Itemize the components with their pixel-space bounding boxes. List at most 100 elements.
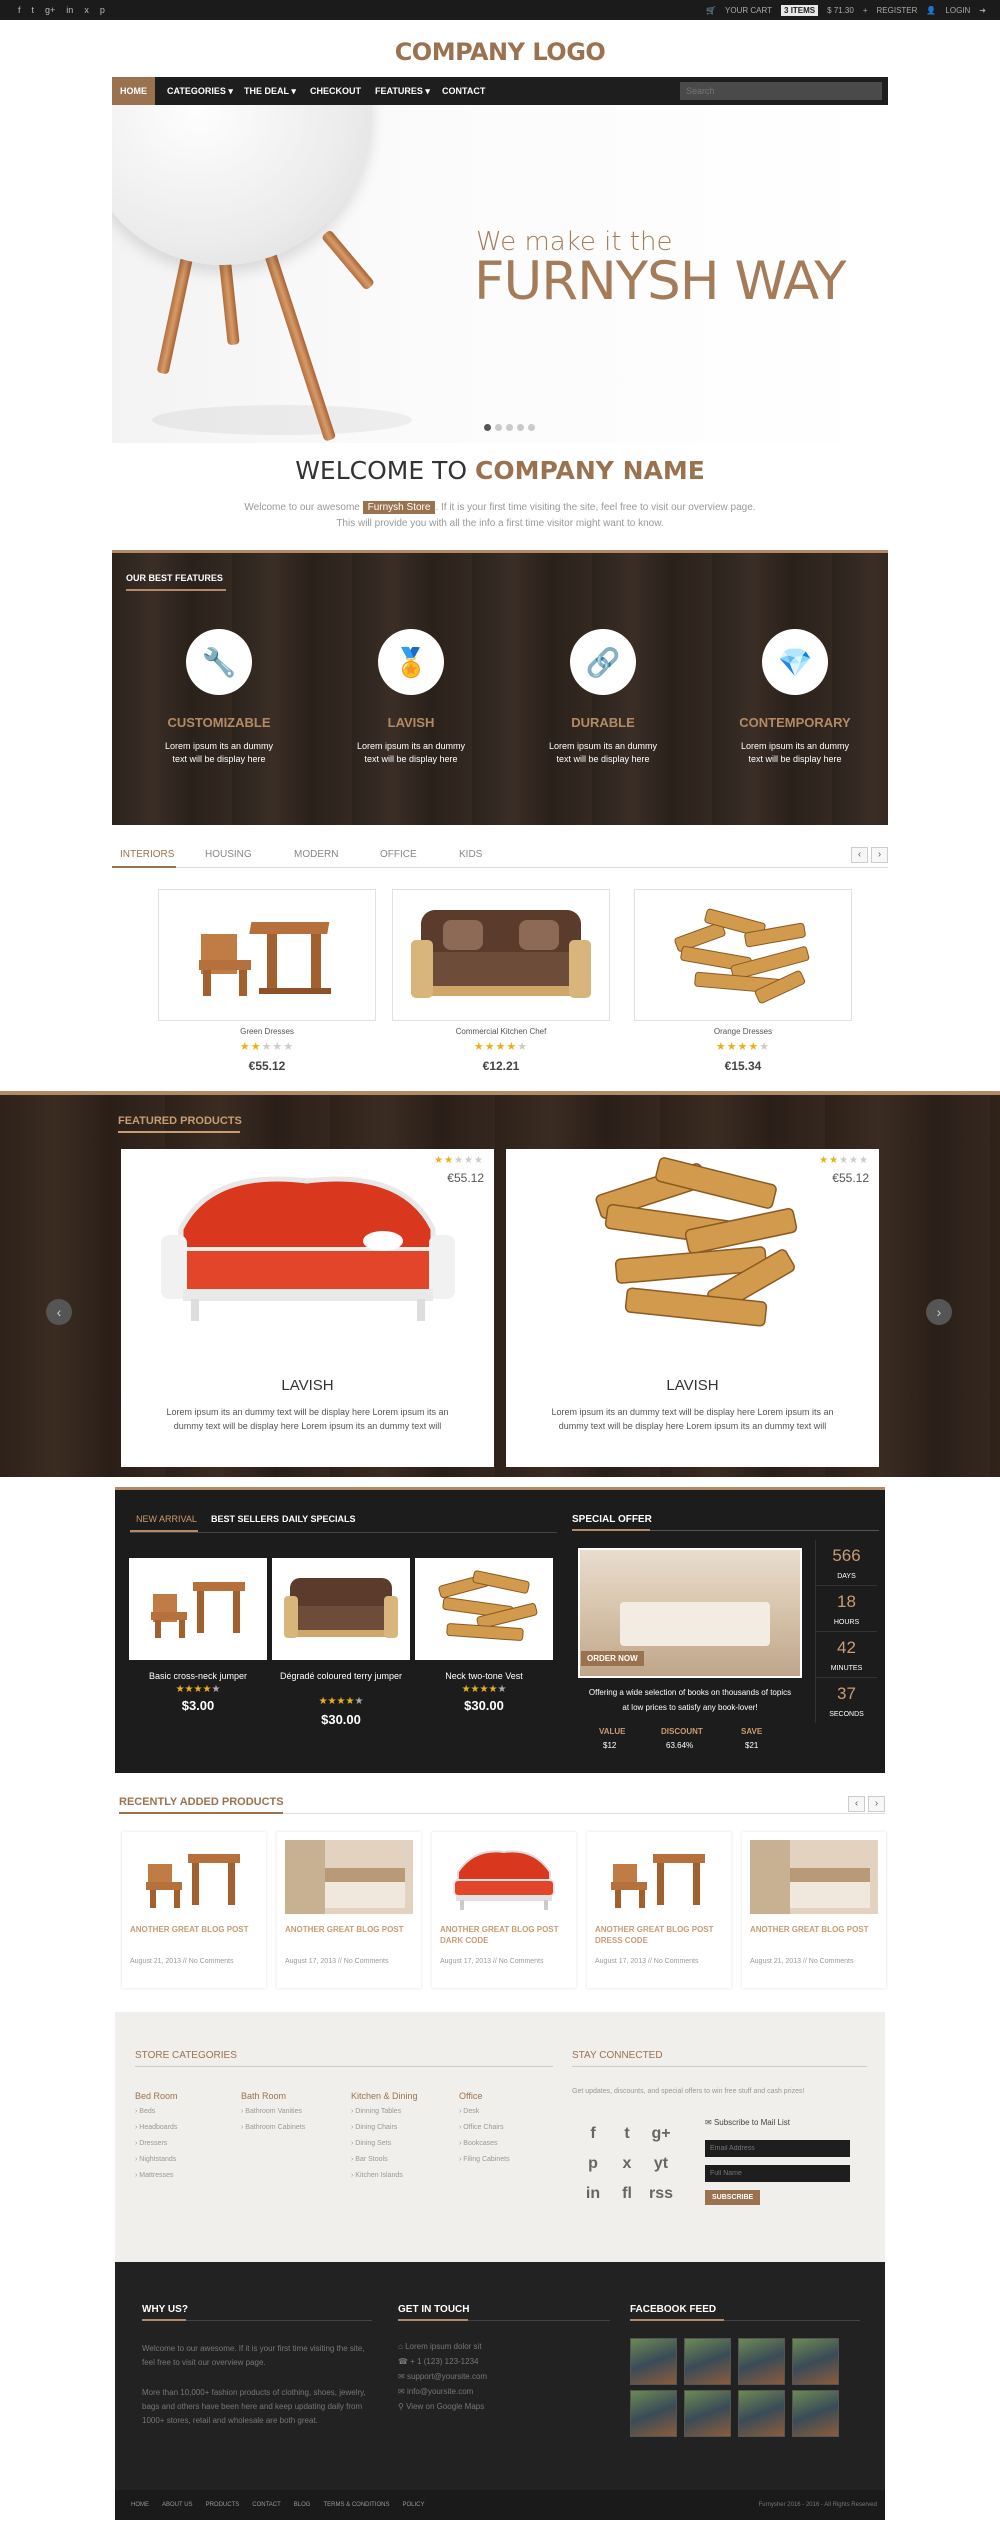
bedroom-image[interactable]: ORDER NOW — [578, 1548, 802, 1678]
feed-photo[interactable] — [684, 2390, 731, 2437]
nav-home[interactable]: HOME — [112, 77, 155, 105]
google-plus-icon[interactable]: g+ — [45, 5, 55, 15]
recent-title[interactable]: ANOTHER GREAT BLOG POST DARK CODE — [440, 1924, 570, 1946]
arrival-name[interactable]: Neck two-tone Vest — [414, 1670, 554, 1682]
recent-title[interactable]: ANOTHER GREAT BLOG POST — [130, 1924, 260, 1935]
linkedin-icon[interactable]: in — [581, 2185, 605, 2203]
recent-title[interactable]: ANOTHER GREAT BLOG POST DRESS CODE — [595, 1924, 725, 1946]
category-link[interactable]: › Mattresses — [135, 2168, 178, 2184]
category-link[interactable]: › Dining Sets — [351, 2136, 418, 2152]
facebook-icon[interactable]: f — [18, 5, 21, 15]
featured-name[interactable]: LAVISH — [506, 1377, 879, 1394]
category-link[interactable]: › Bar Stools — [351, 2152, 418, 2168]
product-card[interactable] — [634, 889, 852, 1021]
product-name[interactable]: Green Dresses — [158, 1027, 376, 1036]
linkedin-icon[interactable]: in — [66, 5, 73, 15]
product-card[interactable] — [158, 889, 376, 1021]
google-plus-icon[interactable]: g+ — [649, 2125, 673, 2143]
slider-dot[interactable] — [484, 424, 491, 431]
feed-photo[interactable] — [630, 2338, 677, 2385]
recent-title[interactable]: ANOTHER GREAT BLOG POST — [750, 1924, 880, 1935]
nav-contact[interactable]: CONTACT — [442, 77, 485, 105]
footer-link-policy[interactable]: POLICY — [403, 2502, 425, 2508]
arrival-card[interactable] — [129, 1558, 267, 1660]
slider-dot[interactable] — [495, 424, 502, 431]
pinterest-icon[interactable]: p — [100, 5, 105, 15]
category-link[interactable]: › Beds — [135, 2104, 178, 2120]
full-name-field[interactable] — [705, 2165, 850, 2182]
recent-card[interactable]: ANOTHER GREAT BLOG POST August 21, 2013 … — [742, 1832, 886, 1988]
category-link[interactable]: › Headboards — [135, 2120, 178, 2136]
chevron-left-icon[interactable]: ‹ — [848, 1796, 865, 1812]
flickr-icon[interactable]: fl — [615, 2185, 639, 2203]
login-arrow-icon[interactable]: ➜ — [979, 6, 986, 15]
tab-modern[interactable]: MODERN — [294, 849, 338, 860]
contact-map-link[interactable]: ⚲ View on Google Maps — [398, 2402, 484, 2411]
arrival-name[interactable]: Basic cross-neck jumper — [128, 1670, 268, 1682]
cart-items-badge[interactable]: 3 ITEMS — [781, 5, 819, 16]
your-cart-link[interactable]: YOUR CART — [725, 6, 772, 15]
slider-dot[interactable] — [517, 424, 524, 431]
nav-features[interactable]: FEATURES ▾ — [375, 77, 430, 105]
tab-housing[interactable]: HOUSING — [205, 849, 252, 860]
category-heading[interactable]: Kitchen & Dining — [351, 2088, 418, 2104]
category-heading[interactable]: Office — [459, 2088, 510, 2104]
contact-email-support[interactable]: ✉ support@yoursite.com — [398, 2372, 487, 2381]
chevron-right-icon[interactable]: › — [868, 1796, 885, 1812]
contact-email-info[interactable]: ✉ info@yoursite.com — [398, 2387, 473, 2396]
category-link[interactable]: › Bathroom Cabinets — [241, 2120, 305, 2136]
footer-link-terms[interactable]: TERMS & CONDITIONS — [323, 2502, 389, 2508]
register-link[interactable]: REGISTER — [877, 6, 918, 15]
recent-card[interactable]: ANOTHER GREAT BLOG POST August 17, 2013 … — [277, 1832, 421, 1988]
category-link[interactable]: › Nightstands — [135, 2152, 178, 2168]
twitter-icon[interactable]: t — [32, 5, 35, 15]
recent-title[interactable]: ANOTHER GREAT BLOG POST — [285, 1924, 415, 1935]
xing-icon[interactable]: x — [84, 5, 89, 15]
nav-categories[interactable]: CATEGORIES ▾ — [167, 77, 233, 105]
chevron-left-icon[interactable]: ‹ — [46, 1299, 72, 1325]
chevron-right-icon[interactable]: › — [871, 847, 888, 863]
store-name-tag[interactable]: Furnysh Store — [362, 501, 436, 514]
category-link[interactable]: › Desk — [459, 2104, 510, 2120]
chevron-left-icon[interactable]: ‹ — [851, 847, 868, 863]
chevron-right-icon[interactable]: › — [926, 1299, 952, 1325]
arrival-name[interactable]: Dégradé coloured terry jumper — [271, 1670, 411, 1682]
feed-photo[interactable] — [630, 2390, 677, 2437]
category-link[interactable]: › Dinning Tables — [351, 2104, 418, 2120]
nav-the-deal[interactable]: THE DEAL ▾ — [244, 77, 296, 105]
category-link[interactable]: › Dressers — [135, 2136, 178, 2152]
login-link[interactable]: LOGIN — [945, 6, 970, 15]
subscribe-button[interactable]: SUBSCRIBE — [705, 2190, 761, 2205]
slider-dot[interactable] — [506, 424, 513, 431]
youtube-icon[interactable]: yt — [649, 2155, 673, 2173]
tab-office[interactable]: OFFICE — [380, 849, 417, 860]
plus-icon[interactable]: + — [863, 6, 868, 15]
featured-card[interactable]: ★★★★★ €55.12 LAVISH Lorem ipsum its an d… — [121, 1149, 494, 1467]
pinterest-icon[interactable]: p — [581, 2155, 605, 2173]
rss-icon[interactable]: rss — [649, 2185, 673, 2203]
nav-checkout[interactable]: CHECKOUT — [310, 77, 361, 105]
footer-link-contact[interactable]: CONTACT — [252, 2502, 281, 2508]
feed-photo[interactable] — [738, 2390, 785, 2437]
tab-new-arrival[interactable]: NEW ARRIVAL — [136, 1514, 197, 1524]
category-link[interactable]: › Office Chairs — [459, 2120, 510, 2136]
feed-photo[interactable] — [738, 2338, 785, 2385]
category-link[interactable]: › Bookcases — [459, 2136, 510, 2152]
arrival-card[interactable] — [415, 1558, 553, 1660]
category-heading[interactable]: Bed Room — [135, 2088, 178, 2104]
slider-dot[interactable] — [528, 424, 535, 431]
recent-card[interactable]: ANOTHER GREAT BLOG POST DRESS CODE Augus… — [587, 1832, 731, 1988]
category-link[interactable]: › Filing Cabinets — [459, 2152, 510, 2168]
tab-interiors[interactable]: INTERIORS — [120, 849, 174, 860]
arrival-card[interactable] — [272, 1558, 410, 1660]
twitter-icon[interactable]: t — [615, 2125, 639, 2143]
feed-photo[interactable] — [792, 2338, 839, 2385]
feed-photo[interactable] — [684, 2338, 731, 2385]
category-heading[interactable]: Bath Room — [241, 2088, 305, 2104]
tab-daily-specials[interactable]: DAILY SPECIALS — [282, 1514, 356, 1524]
xing-icon[interactable]: x — [615, 2155, 639, 2173]
category-link[interactable]: › Bathroom Vanities — [241, 2104, 305, 2120]
footer-link-blog[interactable]: BLOG — [294, 2502, 311, 2508]
footer-link-products[interactable]: PRODUCTS — [206, 2502, 240, 2508]
facebook-icon[interactable]: f — [581, 2125, 605, 2143]
